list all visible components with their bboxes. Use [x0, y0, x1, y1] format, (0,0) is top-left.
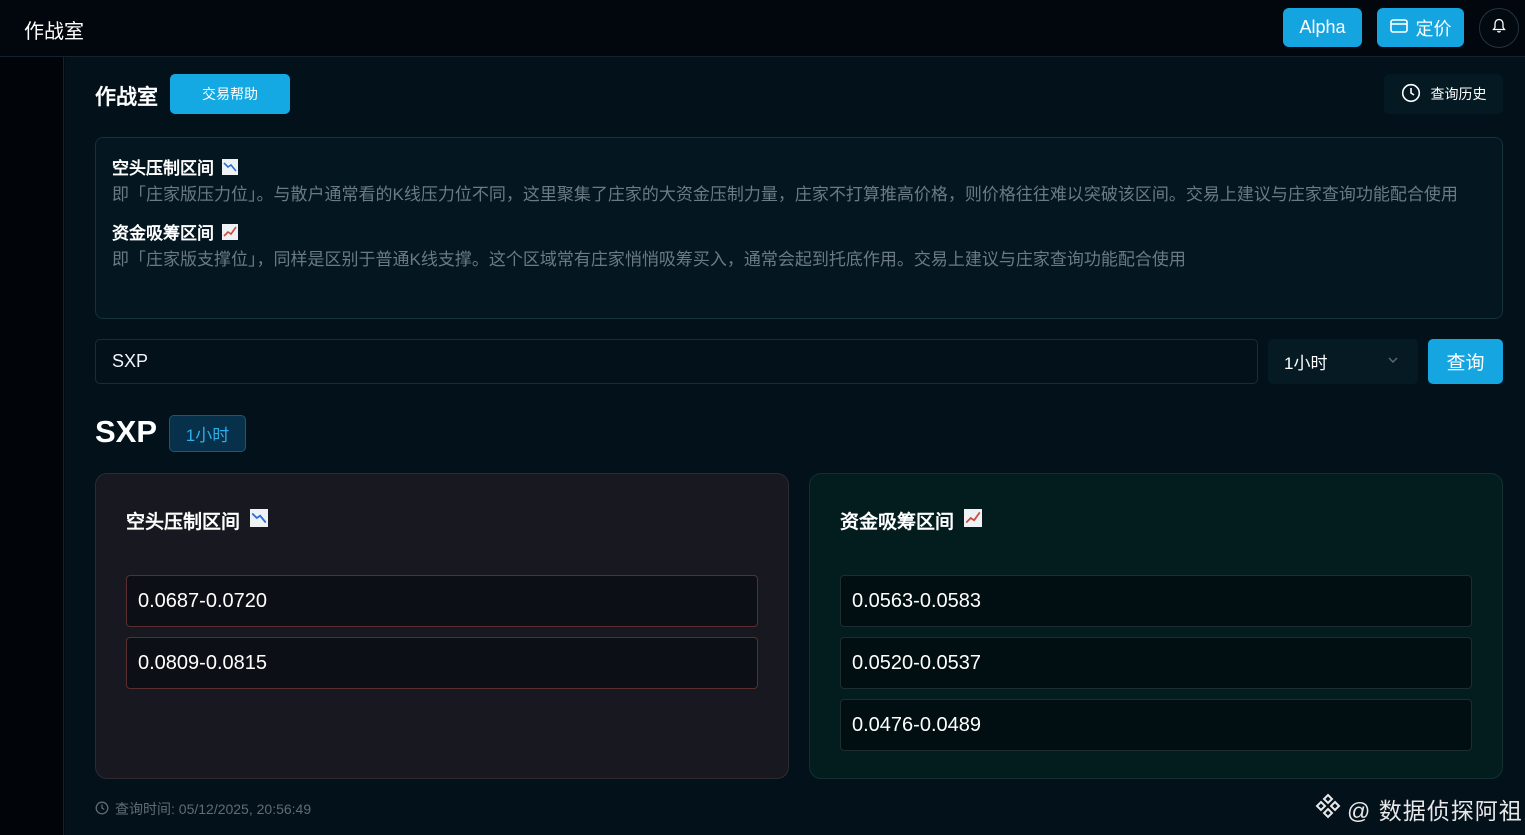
long-panel-title: 资金吸筹区间	[840, 512, 955, 533]
short-zone-description: 即「庄家版压力位」。与散户通常看的K线压力位不同，这里聚集了庄家的大资金压制力量…	[112, 185, 1458, 204]
long-zone-heading: 资金吸筹区间	[112, 219, 1486, 244]
chart-down-icon	[222, 158, 238, 175]
trade-help-button[interactable]: 交易帮助	[170, 74, 290, 114]
long-range-list: 0.0563-0.0583 0.0520-0.0537 0.0476-0.048…	[840, 575, 1472, 751]
long-zone-description: 即「庄家版支撑位」，同样是区别于普通K线支撑。这个区域常有庄家悄悄吸筹买入，通常…	[112, 250, 1186, 269]
trade-help-label: 交易帮助	[202, 86, 258, 102]
query-history-label: 查询历史	[1430, 86, 1487, 102]
interval-badge: 1小时	[169, 415, 246, 452]
watermark-text: @ 数据侦探阿祖	[1347, 798, 1523, 824]
long-zone-title: 资金吸筹区间	[112, 224, 214, 243]
interval-select-value: 1小时	[1284, 354, 1328, 373]
explanation-card: 空头压制区间 即「庄家版压力位」。与散户通常看的K线压力位不同，这里聚集了庄家的…	[95, 137, 1503, 319]
long-zone-panel: 资金吸筹区间 0.0563-0.0583 0.0520-0.0537 0.047…	[809, 473, 1503, 779]
range-item: 0.0563-0.0583	[840, 575, 1472, 627]
query-time-text: 查询时间: 05/12/2025, 20:56:49	[115, 801, 312, 817]
binance-logo-icon	[1315, 793, 1341, 825]
query-button-label: 查询	[1446, 353, 1485, 374]
range-item: 0.0809-0.0815	[126, 637, 758, 689]
card-icon	[1389, 17, 1408, 38]
range-item: 0.0687-0.0720	[126, 575, 758, 627]
chart-up-icon	[964, 508, 983, 533]
range-item: 0.0520-0.0537	[840, 637, 1472, 689]
long-panel-heading: 资金吸筹区间	[840, 507, 1472, 534]
bell-icon	[1492, 18, 1506, 39]
result-symbol: SXP	[95, 414, 158, 449]
top-header: 作战室 Alpha 定价	[0, 0, 1525, 57]
short-zone-title: 空头压制区间	[112, 159, 214, 178]
left-sidebar	[0, 57, 64, 835]
short-zone-heading: 空头压制区间	[112, 154, 1486, 179]
query-history-button[interactable]: 查询历史	[1384, 74, 1503, 114]
chevron-down-icon	[1386, 352, 1400, 372]
query-time: 查询时间: 05/12/2025, 20:56:49	[95, 799, 311, 819]
clock-icon	[1401, 83, 1421, 106]
chart-up-icon	[222, 223, 238, 240]
range-item: 0.0476-0.0489	[840, 699, 1472, 751]
interval-select[interactable]: 1小时	[1268, 339, 1418, 384]
main-content: 作战室 交易帮助 查询历史 空头压制区间 即「庄家版压力位」。与散户通常看的K线…	[65, 57, 1525, 835]
page-title: 作战室	[95, 86, 158, 109]
pricing-button[interactable]: 定价	[1377, 8, 1464, 47]
short-panel-heading: 空头压制区间	[126, 507, 758, 534]
short-zone-panel: 空头压制区间 0.0687-0.0720 0.0809-0.0815	[95, 473, 789, 779]
symbol-input[interactable]: SXP	[95, 339, 1258, 384]
notification-button[interactable]	[1479, 8, 1519, 48]
chart-down-icon	[250, 508, 269, 533]
pricing-button-label: 定价	[1415, 18, 1452, 39]
query-button[interactable]: 查询	[1428, 339, 1503, 384]
short-range-list: 0.0687-0.0720 0.0809-0.0815	[126, 575, 758, 689]
app-title: 作战室	[24, 21, 84, 43]
alpha-button[interactable]: Alpha	[1283, 8, 1362, 47]
watermark: @ 数据侦探阿祖	[1315, 792, 1523, 826]
clock-icon	[95, 801, 109, 818]
alpha-button-label: Alpha	[1299, 17, 1346, 37]
short-panel-title: 空头压制区间	[126, 512, 241, 533]
